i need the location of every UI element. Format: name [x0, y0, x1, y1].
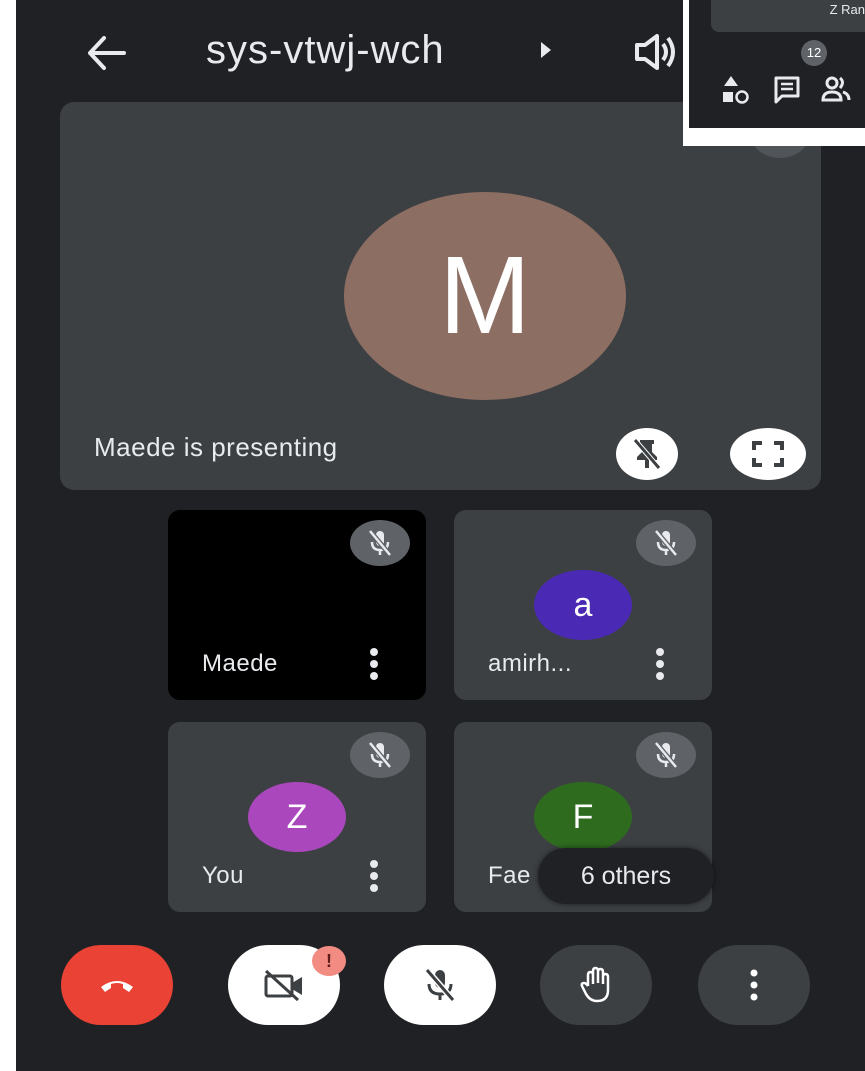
mini-panel: Z Ran 12 [683, 0, 865, 146]
unpin-button[interactable] [616, 428, 678, 480]
camera-alert-badge: ! [312, 946, 346, 976]
participant-tile[interactable]: a amirh... [454, 510, 712, 700]
others-button[interactable]: 6 others [538, 848, 714, 904]
mic-toggle-button[interactable] [384, 945, 496, 1025]
end-call-button[interactable] [61, 945, 173, 1025]
camera-off-icon [264, 969, 302, 1002]
more-vert-icon[interactable] [364, 646, 384, 682]
presenter-avatar: M [344, 192, 626, 400]
fullscreen-icon [752, 441, 784, 467]
speaker-icon[interactable] [631, 30, 681, 74]
raise-hand-button[interactable] [540, 945, 652, 1025]
activities-icon[interactable] [721, 74, 749, 106]
mini-panel-content: Z Ran 12 [689, 0, 865, 128]
participant-tile[interactable]: Z You [168, 722, 426, 912]
meeting-code[interactable]: sys-vtwj-wch [206, 20, 445, 80]
participant-name: Maede [202, 650, 278, 677]
participant-tile[interactable]: Maede [168, 510, 426, 700]
unpin-icon [633, 438, 661, 470]
mic-off-icon [424, 968, 456, 1002]
mic-off-icon [350, 732, 410, 778]
participant-name: amirh... [488, 650, 573, 677]
arrow-left-icon[interactable] [78, 28, 132, 78]
more-options-button[interactable] [698, 945, 810, 1025]
mic-off-icon [636, 732, 696, 778]
mini-strip-text: Z Ran [829, 2, 865, 17]
participant-name: Fae [488, 862, 531, 889]
presenter-tile[interactable]: M Maede is presenting [60, 102, 821, 490]
more-vert-icon[interactable] [364, 858, 384, 894]
end-call-icon [101, 981, 133, 992]
raise-hand-icon [580, 966, 610, 1003]
fullscreen-button[interactable] [730, 428, 806, 480]
presenting-status: Maede is presenting [94, 432, 338, 462]
caret-right-icon[interactable] [539, 40, 553, 65]
mic-off-icon [636, 520, 696, 566]
participant-avatar: a [534, 570, 632, 640]
chat-icon[interactable] [773, 74, 801, 106]
more-vert-icon [750, 969, 758, 1001]
participant-avatar: F [534, 782, 632, 852]
mic-off-icon [350, 520, 410, 566]
participant-avatar: Z [248, 782, 346, 852]
mini-strip: Z Ran [711, 0, 865, 32]
participant-name: You [202, 862, 244, 889]
people-icon[interactable] [821, 74, 851, 106]
participant-count-badge: 12 [801, 40, 827, 66]
meet-screen: sys-vtwj-wch M Maede is presenting Maede… [16, 0, 865, 1071]
more-vert-icon[interactable] [650, 646, 670, 682]
